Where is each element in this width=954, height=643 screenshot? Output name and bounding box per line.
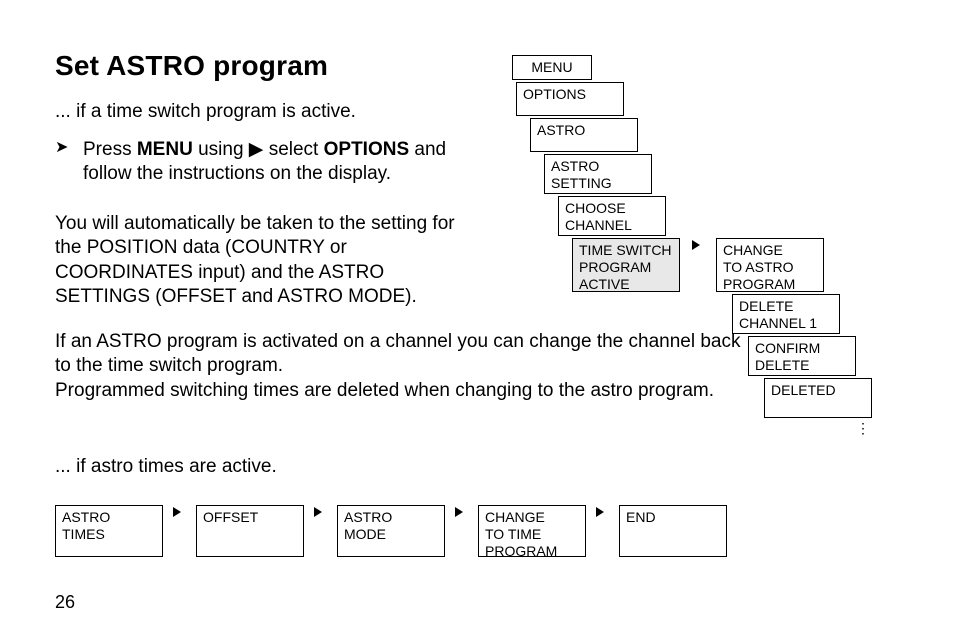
intro-line-astro: ... if astro times are active. (55, 455, 277, 479)
end-box: END (619, 505, 727, 557)
arrow-right-icon (314, 507, 322, 517)
menu-box: MENU (512, 55, 592, 80)
change-to-astro-box: CHANGE TO ASTRO PROGRAM (716, 238, 824, 292)
confirm-delete-box: CONFIRM DELETE (748, 336, 856, 376)
intro-line-tsp: ... if a time switch program is active. (55, 100, 356, 124)
paragraph-change-back-1: If an ASTRO program is activated on a ch… (55, 331, 740, 376)
deleted-box: DELETED (764, 378, 872, 418)
bullet-options-word: OPTIONS (324, 139, 410, 160)
paragraph-position: You will automatically be taken to the s… (55, 212, 475, 309)
paragraph-change-back-2: Programmed switching times are deleted w… (55, 380, 714, 401)
page: Set ASTRO program ... if a time switch p… (0, 0, 954, 643)
options-box: OPTIONS (516, 82, 624, 116)
bullet-mid2: select (263, 139, 323, 160)
page-number: 26 (55, 592, 75, 613)
bullet-prefix: Press (83, 139, 137, 160)
bullet-text: Press MENU using ▶ select OPTIONS and fo… (83, 138, 483, 187)
delete-channel-box: DELETE CHANNEL 1 (732, 294, 840, 334)
arrow-right-icon (596, 507, 604, 517)
arrow-right-icon (455, 507, 463, 517)
bullet-menu-word: MENU (137, 139, 193, 160)
astro-mode-box: ASTRO MODE (337, 505, 445, 557)
bullet-mid: using (193, 139, 249, 160)
bullet-icon: ➤ (55, 138, 83, 187)
offset-box: OFFSET (196, 505, 304, 557)
astro-times-box: ASTRO TIMES (55, 505, 163, 557)
change-to-time-box: CHANGE TO TIME PROGRAM (478, 505, 586, 557)
paragraph-change-back: If an ASTRO program is activated on a ch… (55, 330, 755, 403)
choose-channel-box: CHOOSE CHANNEL (558, 196, 666, 236)
astro-setting-box: ASTRO SETTING (544, 154, 652, 194)
astro-box: ASTRO (530, 118, 638, 152)
arrow-right-icon (692, 240, 700, 250)
timeswitch-active-box: TIME SWITCH PROGRAM ACTIVE (572, 238, 680, 292)
arrow-right-icon (173, 507, 181, 517)
instruction-bullet: ➤ Press MENU using ▶ select OPTIONS and … (55, 138, 483, 187)
vertical-dots-icon: ⋮ (856, 420, 870, 437)
bullet-arrow-icon: ▶ (249, 139, 264, 160)
page-title: Set ASTRO program (55, 50, 328, 82)
